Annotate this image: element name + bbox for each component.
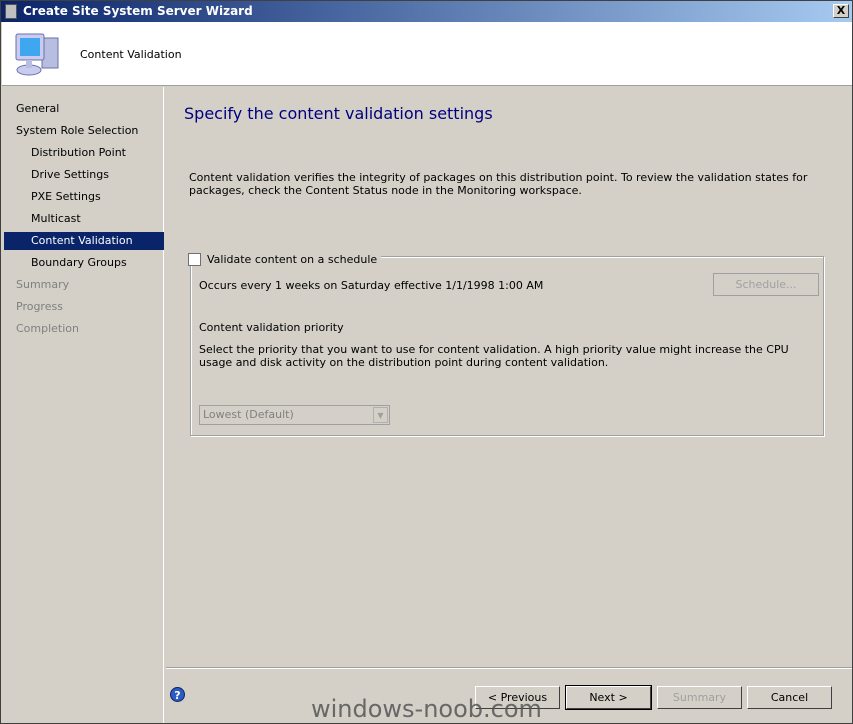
priority-description: Select the priority that you want to use… [199, 343, 789, 369]
sidebar-item-system-role-selection[interactable]: System Role Selection [4, 122, 164, 140]
help-icon[interactable]: ? [170, 687, 185, 702]
sidebar-item-summary[interactable]: Summary [4, 276, 164, 294]
summary-button[interactable]: Summary [657, 686, 742, 709]
priority-select[interactable]: Lowest (Default) ▼ [199, 405, 390, 425]
page-title: Specify the content validation settings [184, 104, 493, 123]
schedule-checkbox-label[interactable]: Validate content on a schedule [207, 253, 377, 266]
next-button[interactable]: Next > [565, 685, 652, 710]
schedule-checkbox-row[interactable]: Validate content on a schedule [188, 253, 382, 266]
title-bar: Create Site System Server Wizard X [1, 1, 852, 22]
sidebar-item-completion[interactable]: Completion [4, 320, 164, 338]
watermark: windows-noob.com [311, 695, 542, 723]
wizard-window: Create Site System Server Wizard X Conte… [0, 0, 853, 724]
priority-value: Lowest (Default) [203, 408, 294, 421]
wizard-header: Content Validation [2, 22, 852, 86]
sidebar-item-drive-settings[interactable]: Drive Settings [4, 166, 164, 184]
sidebar-item-distribution-point[interactable]: Distribution Point [4, 144, 164, 162]
sidebar-item-content-validation[interactable]: Content Validation [4, 232, 164, 250]
schedule-group: Occurs every 1 weeks on Saturday effecti… [190, 256, 824, 436]
header-title: Content Validation [80, 48, 182, 61]
sidebar-item-progress[interactable]: Progress [4, 298, 164, 316]
schedule-summary: Occurs every 1 weeks on Saturday effecti… [199, 279, 544, 292]
server-icon [5, 4, 17, 19]
window-title: Create Site System Server Wizard [23, 4, 253, 18]
priority-label: Content validation priority [199, 321, 344, 334]
sidebar-item-multicast[interactable]: Multicast [4, 210, 164, 228]
description: Content validation verifies the integrit… [189, 171, 808, 197]
computer-icon [15, 33, 59, 76]
cancel-button[interactable]: Cancel [747, 686, 832, 709]
main-panel: Specify the content validation settings … [166, 87, 852, 667]
chevron-down-icon[interactable]: ▼ [373, 407, 388, 423]
sidebar-item-general[interactable]: General [4, 100, 164, 118]
sidebar-item-boundary-groups[interactable]: Boundary Groups [4, 254, 164, 272]
schedule-checkbox[interactable] [188, 253, 201, 266]
wizard-steps: General System Role Selection Distribution… [2, 87, 164, 723]
schedule-button[interactable]: Schedule... [713, 273, 819, 296]
close-button[interactable]: X [833, 4, 849, 18]
footer-divider [166, 667, 852, 669]
sidebar-item-pxe-settings[interactable]: PXE Settings [4, 188, 164, 206]
